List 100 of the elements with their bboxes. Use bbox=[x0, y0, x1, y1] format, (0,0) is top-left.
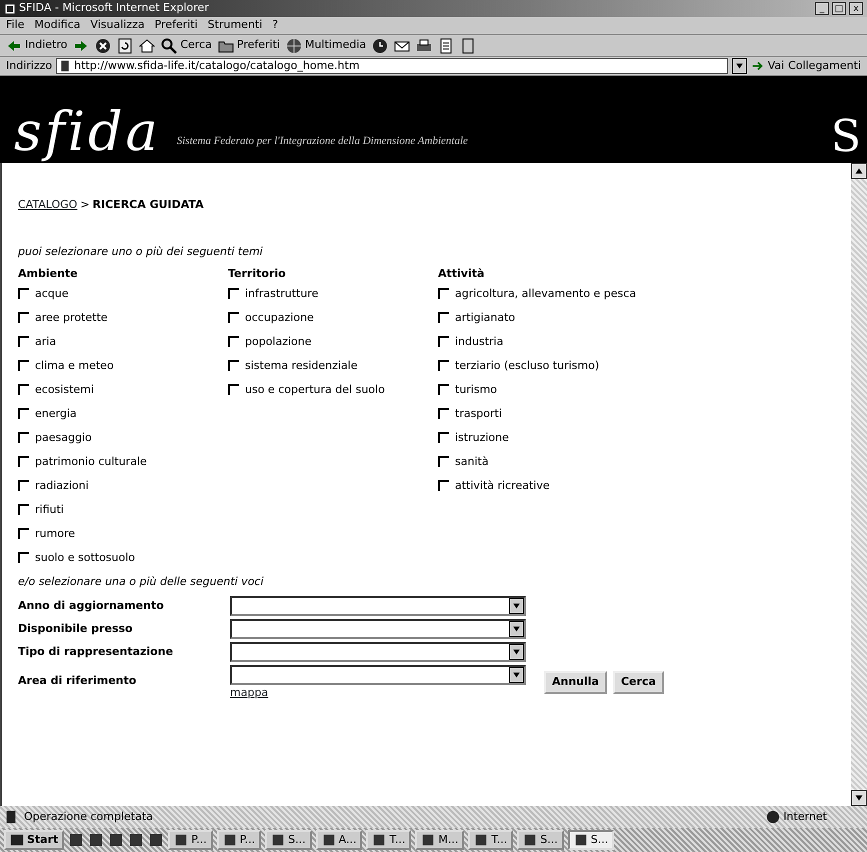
checkbox[interactable] bbox=[438, 360, 449, 370]
select-field[interactable] bbox=[230, 665, 526, 685]
taskbar-button[interactable]: P... bbox=[168, 830, 213, 850]
checkbox[interactable] bbox=[438, 432, 449, 442]
checkbox[interactable] bbox=[228, 312, 239, 322]
checkbox[interactable] bbox=[18, 288, 29, 298]
checkbox[interactable] bbox=[438, 480, 449, 490]
window-title: SFIDA - Microsoft Internet Explorer bbox=[19, 0, 210, 16]
window-control[interactable]: x bbox=[849, 2, 863, 15]
dropdown-button[interactable] bbox=[732, 58, 747, 74]
checkbox[interactable] bbox=[228, 384, 239, 394]
checkbox-label: aree protette bbox=[35, 310, 108, 326]
column-heading: Territorio bbox=[228, 266, 287, 282]
toolbar-button[interactable]: Indietro bbox=[6, 37, 68, 54]
scroll-down-button[interactable] bbox=[851, 790, 867, 806]
toolbar-button[interactable]: Cerca bbox=[161, 37, 212, 54]
refresh-icon[interactable] bbox=[117, 38, 134, 54]
checkbox[interactable] bbox=[228, 288, 239, 298]
checkbox-label: infrastrutture bbox=[245, 286, 318, 302]
links-button[interactable]: Collegamenti bbox=[788, 58, 861, 74]
select-field[interactable] bbox=[230, 642, 526, 662]
stop-icon[interactable] bbox=[95, 38, 112, 54]
checkbox[interactable] bbox=[18, 456, 29, 466]
address-field[interactable]: http://www.sfida-life.it/catalogo/catalogo_home.htm bbox=[56, 58, 728, 74]
checkbox[interactable] bbox=[438, 312, 449, 322]
map-link[interactable]: mappa bbox=[230, 686, 268, 699]
checkbox-label: popolazione bbox=[245, 334, 312, 350]
form-button[interactable]: Annulla bbox=[544, 671, 607, 694]
checkbox-label: terziario (escluso turismo) bbox=[455, 358, 600, 374]
column-heading: Ambiente bbox=[18, 266, 79, 282]
checkbox[interactable] bbox=[438, 288, 449, 298]
start-button[interactable]: Start bbox=[4, 830, 64, 850]
dropdown-button[interactable] bbox=[509, 644, 524, 660]
dropdown-button[interactable] bbox=[509, 598, 524, 614]
checkbox[interactable] bbox=[18, 432, 29, 442]
dropdown-button[interactable] bbox=[509, 667, 524, 683]
checkbox[interactable] bbox=[18, 480, 29, 490]
checkbox[interactable] bbox=[438, 336, 449, 346]
checkbox-label: radiazioni bbox=[35, 478, 89, 494]
taskbar-button[interactable]: A... bbox=[316, 830, 362, 850]
menu-item[interactable]: Visualizza bbox=[90, 17, 145, 34]
window-control[interactable]: _ bbox=[815, 2, 829, 15]
scrollbar[interactable] bbox=[851, 163, 867, 806]
page-icon[interactable] bbox=[460, 38, 476, 54]
taskbar-button[interactable]: T... bbox=[366, 830, 412, 850]
toolbar-button[interactable]: Multimedia bbox=[286, 37, 366, 54]
form-button[interactable]: Cerca bbox=[612, 671, 664, 694]
window-control[interactable]: □ bbox=[832, 2, 846, 15]
checkbox-label: industria bbox=[455, 334, 504, 350]
menu-item[interactable]: ? bbox=[272, 17, 278, 34]
page-icon bbox=[4, 810, 18, 824]
checkbox[interactable] bbox=[438, 384, 449, 394]
menu-item[interactable]: Modifica bbox=[34, 17, 80, 34]
zone-indicator: Internet bbox=[766, 808, 863, 826]
checkbox-label: acque bbox=[35, 286, 69, 302]
dropdown-button[interactable] bbox=[509, 621, 524, 637]
checkbox[interactable] bbox=[18, 312, 29, 322]
checkbox[interactable] bbox=[18, 336, 29, 346]
field-label: Anno di aggiornamento bbox=[18, 598, 165, 614]
taskbar-button[interactable]: P... bbox=[216, 830, 262, 850]
scroll-up-button[interactable] bbox=[851, 163, 867, 179]
menu-item[interactable]: Preferiti bbox=[154, 17, 198, 34]
checkbox[interactable] bbox=[438, 408, 449, 418]
go-arrow-icon bbox=[750, 59, 765, 73]
address-label: Indirizzo bbox=[6, 58, 52, 74]
printer-icon[interactable] bbox=[416, 38, 432, 54]
menu-item[interactable]: File bbox=[6, 17, 24, 34]
checkbox[interactable] bbox=[228, 360, 239, 370]
logo-letter: S bbox=[830, 115, 861, 159]
checkbox-label: turismo bbox=[455, 382, 498, 398]
select-field[interactable] bbox=[230, 619, 526, 639]
field-label: Tipo di rappresentazione bbox=[18, 644, 174, 660]
checkbox[interactable] bbox=[228, 336, 239, 346]
taskbar-button[interactable]: S... bbox=[568, 830, 614, 850]
select-field[interactable] bbox=[230, 596, 526, 616]
checkbox-label: rumore bbox=[35, 526, 75, 542]
home-icon[interactable] bbox=[139, 38, 156, 54]
breadcrumb-link[interactable]: CATALOGO bbox=[18, 198, 78, 211]
taskbar-button[interactable]: M... bbox=[415, 830, 464, 850]
checkbox-label: attività ricreative bbox=[455, 478, 550, 494]
checkbox[interactable] bbox=[18, 384, 29, 394]
checkbox[interactable] bbox=[18, 408, 29, 418]
taskbar-button[interactable]: S... bbox=[517, 830, 564, 850]
checkbox[interactable] bbox=[18, 360, 29, 370]
search-icon bbox=[161, 38, 178, 54]
taskbar-button[interactable]: T... bbox=[468, 830, 514, 850]
checkbox[interactable] bbox=[18, 552, 29, 562]
checkbox-label: aria bbox=[35, 334, 56, 350]
checkbox[interactable] bbox=[438, 456, 449, 466]
checkbox-label: trasporti bbox=[455, 406, 502, 422]
checkbox[interactable] bbox=[18, 504, 29, 514]
checkbox[interactable] bbox=[18, 528, 29, 538]
page-icon bbox=[59, 60, 72, 72]
clock-icon[interactable] bbox=[372, 38, 388, 54]
document-icon[interactable] bbox=[438, 38, 454, 54]
go-button[interactable]: Vai bbox=[750, 58, 784, 74]
menu-item[interactable]: Strumenti bbox=[208, 17, 262, 34]
checkbox-label: occupazione bbox=[245, 310, 314, 326]
taskbar-button[interactable]: S... bbox=[265, 830, 312, 850]
toolbar-button[interactable]: Preferiti bbox=[218, 37, 280, 54]
